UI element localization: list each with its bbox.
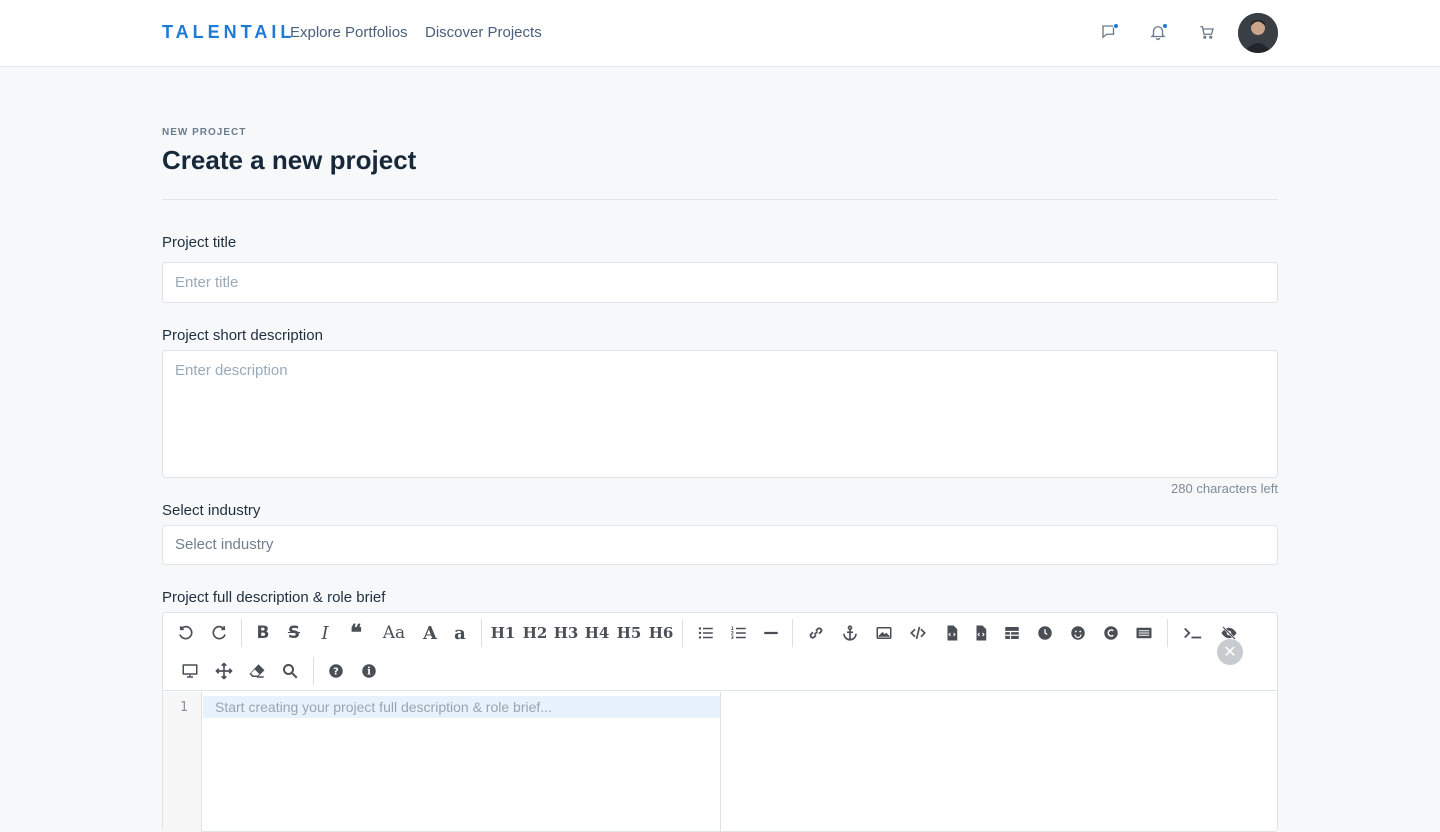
italic-button[interactable]: I: [312, 620, 338, 646]
quote-icon[interactable]: ❝: [343, 620, 369, 646]
bell-icon[interactable]: [1146, 20, 1170, 44]
brand-logo[interactable]: TALENTAIL: [162, 22, 295, 43]
case-button[interactable]: Aa: [379, 620, 409, 646]
toolbar-separator: [792, 619, 793, 647]
eraser-icon[interactable]: [244, 658, 270, 684]
industry-label: Select industry: [162, 502, 261, 519]
editor-line-gutter: 1: [163, 692, 202, 832]
bell-notification-dot: [1162, 23, 1168, 29]
top-navbar: TALENTAIL Explore Portfolios Discover Pr…: [0, 0, 1440, 67]
anchor-icon[interactable]: [837, 620, 863, 646]
toolbar-separator: [481, 619, 482, 647]
project-title-label: Project title: [162, 234, 237, 251]
short-description-label: Project short description: [162, 327, 323, 344]
page-overline: NEW PROJECT: [162, 127, 247, 138]
terminal-icon[interactable]: [1178, 620, 1208, 646]
code-file-icon[interactable]: [939, 620, 965, 646]
code-icon[interactable]: [905, 620, 931, 646]
table-icon[interactable]: [999, 620, 1025, 646]
h2-button[interactable]: H2: [521, 620, 549, 646]
code-block-icon[interactable]: [968, 620, 994, 646]
character-counter: 280 characters left: [1171, 481, 1278, 496]
h1-button[interactable]: H1: [489, 620, 517, 646]
h3-button[interactable]: H3: [552, 620, 580, 646]
svg-text:3: 3: [731, 635, 734, 641]
h6-button[interactable]: H6: [647, 620, 675, 646]
undo-icon[interactable]: [173, 620, 199, 646]
header-divider: [162, 199, 1278, 200]
redo-icon[interactable]: [206, 620, 232, 646]
editor-placeholder: Start creating your project full descrip…: [215, 699, 552, 715]
nav-discover-projects[interactable]: Discover Projects: [425, 24, 542, 41]
datetime-icon[interactable]: [1032, 620, 1058, 646]
full-description-label: Project full description & role brief: [162, 589, 386, 606]
editor-code-area[interactable]: Start creating your project full descrip…: [203, 692, 721, 832]
emoji-icon[interactable]: [1065, 620, 1091, 646]
industry-select[interactable]: Select industry: [162, 525, 1278, 565]
toolbar-separator: [313, 657, 314, 685]
close-icon[interactable]: ✕: [1217, 639, 1243, 665]
lowercase-button[interactable]: a: [447, 620, 473, 646]
info-icon[interactable]: i: [356, 658, 382, 684]
toolbar-separator: [682, 619, 683, 647]
toolbar-separator: [241, 619, 242, 647]
chat-icon[interactable]: [1097, 20, 1121, 44]
watch-icon[interactable]: [177, 658, 203, 684]
h4-button[interactable]: H4: [583, 620, 611, 646]
html-entities-icon[interactable]: [1098, 620, 1124, 646]
search-icon[interactable]: [277, 658, 303, 684]
horizontal-rule-icon[interactable]: [758, 620, 784, 646]
markdown-editor: B S I ❝ Aa A a H1 H2 H3 H4 H5 H6 123 ✕ ?…: [162, 612, 1278, 832]
editor-preview-pane: [722, 692, 1277, 832]
bullet-list-icon[interactable]: [693, 620, 719, 646]
link-icon[interactable]: [803, 620, 829, 646]
page-title: Create a new project: [162, 145, 417, 175]
chat-notification-dot: [1113, 23, 1119, 29]
nav-explore-portfolios[interactable]: Explore Portfolios: [290, 24, 408, 41]
fullscreen-icon[interactable]: [211, 658, 237, 684]
svg-text:?: ?: [333, 666, 339, 677]
pagebreak-icon[interactable]: [1131, 620, 1157, 646]
line-number: 1: [180, 700, 188, 715]
h5-button[interactable]: H5: [615, 620, 643, 646]
svg-text:i: i: [367, 666, 371, 677]
help-icon[interactable]: ?: [323, 658, 349, 684]
image-icon[interactable]: [871, 620, 897, 646]
bold-button[interactable]: B: [250, 620, 276, 646]
project-title-input[interactable]: [162, 262, 1278, 303]
numbered-list-icon[interactable]: 123: [726, 620, 752, 646]
user-avatar[interactable]: [1238, 13, 1278, 53]
cart-icon[interactable]: [1195, 20, 1219, 44]
short-description-textarea[interactable]: [162, 350, 1278, 478]
uppercase-button[interactable]: A: [417, 620, 443, 646]
toolbar-separator: [1167, 619, 1168, 647]
editor-toolbar: B S I ❝ Aa A a H1 H2 H3 H4 H5 H6 123 ✕ ?…: [163, 613, 1277, 691]
strikethrough-button[interactable]: S: [281, 620, 307, 646]
